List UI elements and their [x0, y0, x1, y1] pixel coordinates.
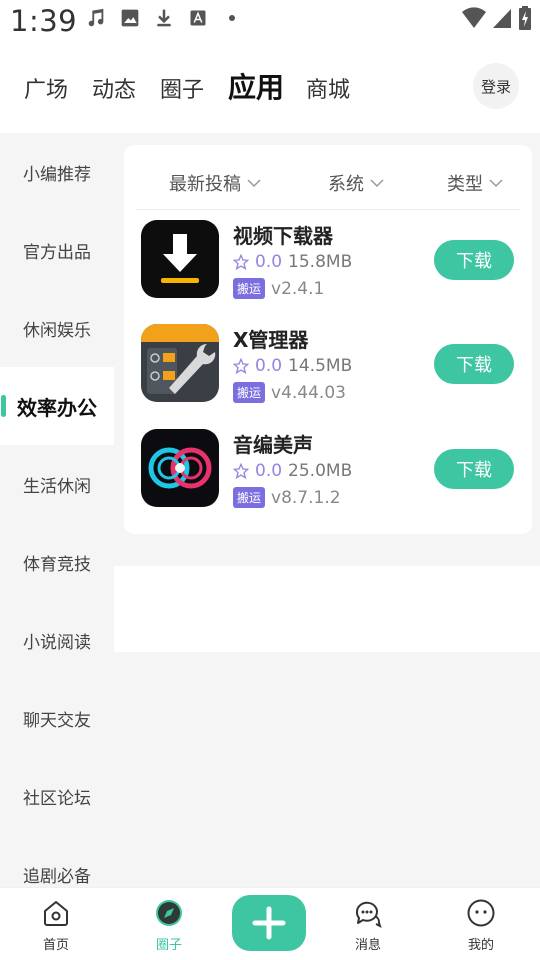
app-rating: 0.0: [255, 461, 283, 481]
text-a-icon: [186, 6, 210, 30]
list-item[interactable]: 音编美声 0.0 25.0MB 搬运 v8.7.1.2 下载: [136, 429, 520, 533]
download-button[interactable]: 下载: [434, 344, 514, 384]
sidebar-item-reading[interactable]: 小说阅读: [0, 601, 114, 679]
sidebar-item-forum[interactable]: 社区论坛: [0, 757, 114, 835]
compass-icon: [156, 900, 182, 926]
app-tag-row: 搬运 v2.4.1: [233, 278, 324, 299]
login-button[interactable]: 登录: [473, 63, 519, 109]
filter-system-label: 系统: [328, 174, 364, 195]
nav-circle[interactable]: 圈子: [129, 888, 209, 960]
nav-circle-label: 圈子: [155, 938, 182, 953]
sidebar-item-social[interactable]: 聊天交友: [0, 679, 114, 757]
list-item[interactable]: 视频下载器 0.0 15.8MB 搬运 v2.4.1 下载: [136, 220, 520, 324]
app-meta: 0.0 25.0MB: [233, 461, 352, 481]
video-downloader-icon: [141, 220, 219, 298]
sidebar-item-sports[interactable]: 体育竞技: [0, 523, 114, 601]
download-button[interactable]: 下载: [434, 449, 514, 489]
app-version: v2.4.1: [271, 278, 325, 299]
sidebar-item-casual[interactable]: 休闲娱乐: [0, 289, 114, 367]
tab-circle[interactable]: 圈子: [160, 72, 204, 104]
home-icon: [44, 901, 68, 926]
sidebar-item-editor-picks[interactable]: 小编推荐: [0, 133, 114, 211]
chevron-down-icon: [247, 179, 261, 188]
star-icon: [233, 254, 249, 270]
filter-system[interactable]: 系统: [328, 170, 384, 196]
plus-icon: [252, 906, 286, 940]
repost-badge: 搬运: [233, 382, 266, 403]
app-version: v8.7.1.2: [271, 487, 341, 508]
app-version: v4.44.03: [271, 382, 346, 403]
sidebar-item-official[interactable]: 官方出品: [0, 211, 114, 289]
app-size: 15.8MB: [288, 252, 353, 272]
x-manager-icon: [141, 324, 219, 402]
app-meta: 0.0 15.8MB: [233, 252, 352, 272]
star-icon: [233, 463, 249, 479]
filter-latest-label: 最新投稿: [169, 174, 241, 195]
music-note-icon: [84, 6, 108, 30]
app-name: X管理器: [233, 328, 309, 352]
chevron-down-icon: [489, 179, 503, 188]
app-name: 音编美声: [233, 433, 313, 457]
download-button[interactable]: 下载: [434, 240, 514, 280]
system-icons: [462, 6, 532, 34]
nav-profile-label: 我的: [467, 938, 494, 953]
app-rating: 0.0: [255, 252, 283, 272]
content-strip: [114, 566, 540, 652]
nav-home-label: 首页: [42, 938, 69, 953]
audio-editor-icon: [141, 429, 219, 507]
app-tag-row: 搬运 v8.7.1.2: [233, 487, 341, 508]
nav-messages-label: 消息: [354, 938, 381, 953]
app-name: 视频下载器: [233, 224, 333, 248]
battery-charging-icon: [518, 6, 532, 34]
image-icon: [118, 6, 142, 30]
app-meta: 0.0 14.5MB: [233, 356, 352, 376]
category-sidebar: 小编推荐 官方出品 休闲娱乐 效率办公 生活休闲 体育竞技 小说阅读 聊天交友 …: [0, 133, 114, 887]
tab-apps[interactable]: 应用: [228, 66, 284, 106]
app-tag-row: 搬运 v4.44.03: [233, 382, 346, 403]
repost-badge: 搬运: [233, 278, 266, 299]
filter-bar: 最新投稿 系统 类型: [136, 160, 520, 210]
filter-type-label: 类型: [447, 174, 483, 195]
app-rating: 0.0: [255, 356, 283, 376]
dot-icon: [220, 6, 244, 30]
top-tab-bar: 广场 动态 圈子 应用 商城: [0, 58, 540, 116]
tab-plaza[interactable]: 广场: [24, 72, 68, 104]
nav-messages[interactable]: 消息: [328, 888, 408, 960]
tab-store[interactable]: 商城: [306, 72, 350, 104]
signal-icon: [492, 7, 512, 33]
status-bar: 1:39: [0, 0, 540, 44]
face-icon: [467, 899, 495, 927]
nav-home[interactable]: 首页: [16, 888, 96, 960]
chevron-down-icon: [370, 179, 384, 188]
status-time: 1:39: [10, 4, 78, 38]
repost-badge: 搬运: [233, 487, 266, 508]
star-icon: [233, 358, 249, 374]
app-size: 25.0MB: [288, 461, 353, 481]
wifi-icon: [462, 7, 486, 33]
chat-bubbles-icon: [355, 901, 382, 928]
filter-type[interactable]: 类型: [447, 170, 503, 196]
nav-profile[interactable]: 我的: [441, 888, 521, 960]
app-size: 14.5MB: [288, 356, 353, 376]
notification-icons: [84, 6, 244, 30]
sidebar-item-lifestyle[interactable]: 生活休闲: [0, 445, 114, 523]
sidebar-item-productivity[interactable]: 效率办公: [0, 367, 114, 445]
filter-latest[interactable]: 最新投稿: [169, 170, 261, 196]
sidebar-item-drama[interactable]: 追剧必备: [0, 835, 114, 887]
create-post-button[interactable]: [232, 895, 306, 951]
download-icon: [152, 6, 176, 30]
list-item[interactable]: X管理器 0.0 14.5MB 搬运 v4.44.03 下载: [136, 324, 520, 428]
tab-feed[interactable]: 动态: [92, 72, 136, 104]
